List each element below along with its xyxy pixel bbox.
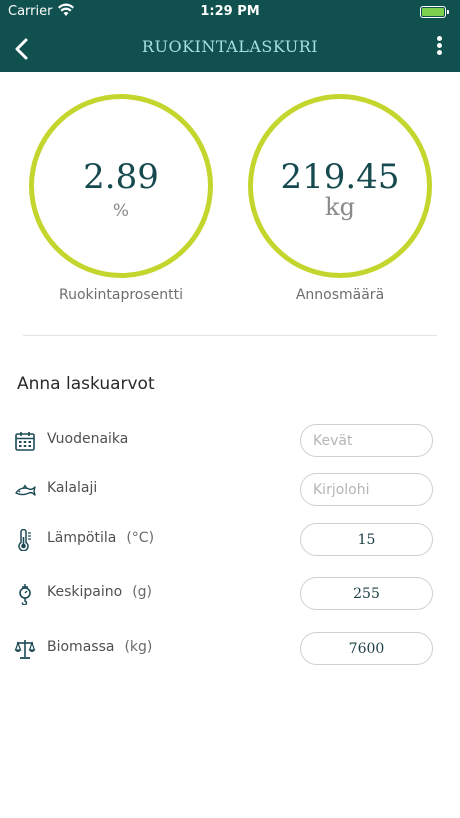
clock: 1:29 PM [200,4,260,19]
temperature-input[interactable] [300,523,433,556]
battery-icon [420,6,449,18]
field-unit: (°C) [126,530,155,546]
vertical-dots-icon[interactable] [432,34,446,62]
menu-dot [436,50,442,55]
balance-scale-icon [14,640,36,659]
form-row-species: Kalalaji [0,469,460,509]
avg-weight-input[interactable] [300,577,433,610]
gauge-label: Ruokintaprosentti [58,287,184,303]
biomass-input[interactable] [300,632,433,665]
calendar-icon [15,432,35,451]
season-input[interactable] [300,424,433,457]
feeding-percent-gauge: 2.89 % [29,94,213,278]
gauge-value: 2.89 [83,157,159,197]
field-label: Vuodenaika [47,431,128,447]
battery-fill [422,8,444,16]
menu-dot [436,36,442,41]
divider [23,335,437,336]
field-label: Kalalaji [47,480,97,496]
form-row-temperature: Lämpötila (°C) [0,519,460,559]
gauge-value: 219.45 [280,157,400,197]
nav-bar: RUOKINTALASKURI [0,26,460,72]
thermometer-icon [18,529,31,551]
field-label: Keskipaino (g) [47,584,152,600]
page-title: RUOKINTALASKURI [141,37,319,56]
fish-icon [15,484,36,496]
battery-nub [447,10,449,14]
menu-dot [436,43,442,48]
gauge-unit: kg [325,193,355,221]
gauge-label: Annosmäärä [295,287,385,303]
field-label: Lämpötila (°C) [47,530,154,546]
field-unit: (kg) [124,639,153,655]
form-row-season: Vuodenaika [0,420,460,460]
field-label-text: Vuodenaika [47,431,129,447]
field-label-text: Kalalaji [47,480,98,496]
gauge-unit: % [112,201,130,221]
status-bar: Carrier 1:29 PM [0,0,460,26]
species-input[interactable] [300,473,433,506]
field-label-text: Keskipaino [47,584,123,600]
section-title: Anna laskuarvot [17,374,155,394]
form-row-avg-weight: Keskipaino (g) [0,573,460,613]
ration-amount-gauge: 219.45 kg [248,94,432,278]
field-label-text: Biomassa [47,639,115,655]
field-label-text: Lämpötila [47,530,117,546]
field-unit: (g) [132,584,152,600]
field-label: Biomassa (kg) [47,639,152,655]
hanging-scale-icon [19,584,31,605]
form-row-biomass: Biomassa (kg) [0,628,460,668]
